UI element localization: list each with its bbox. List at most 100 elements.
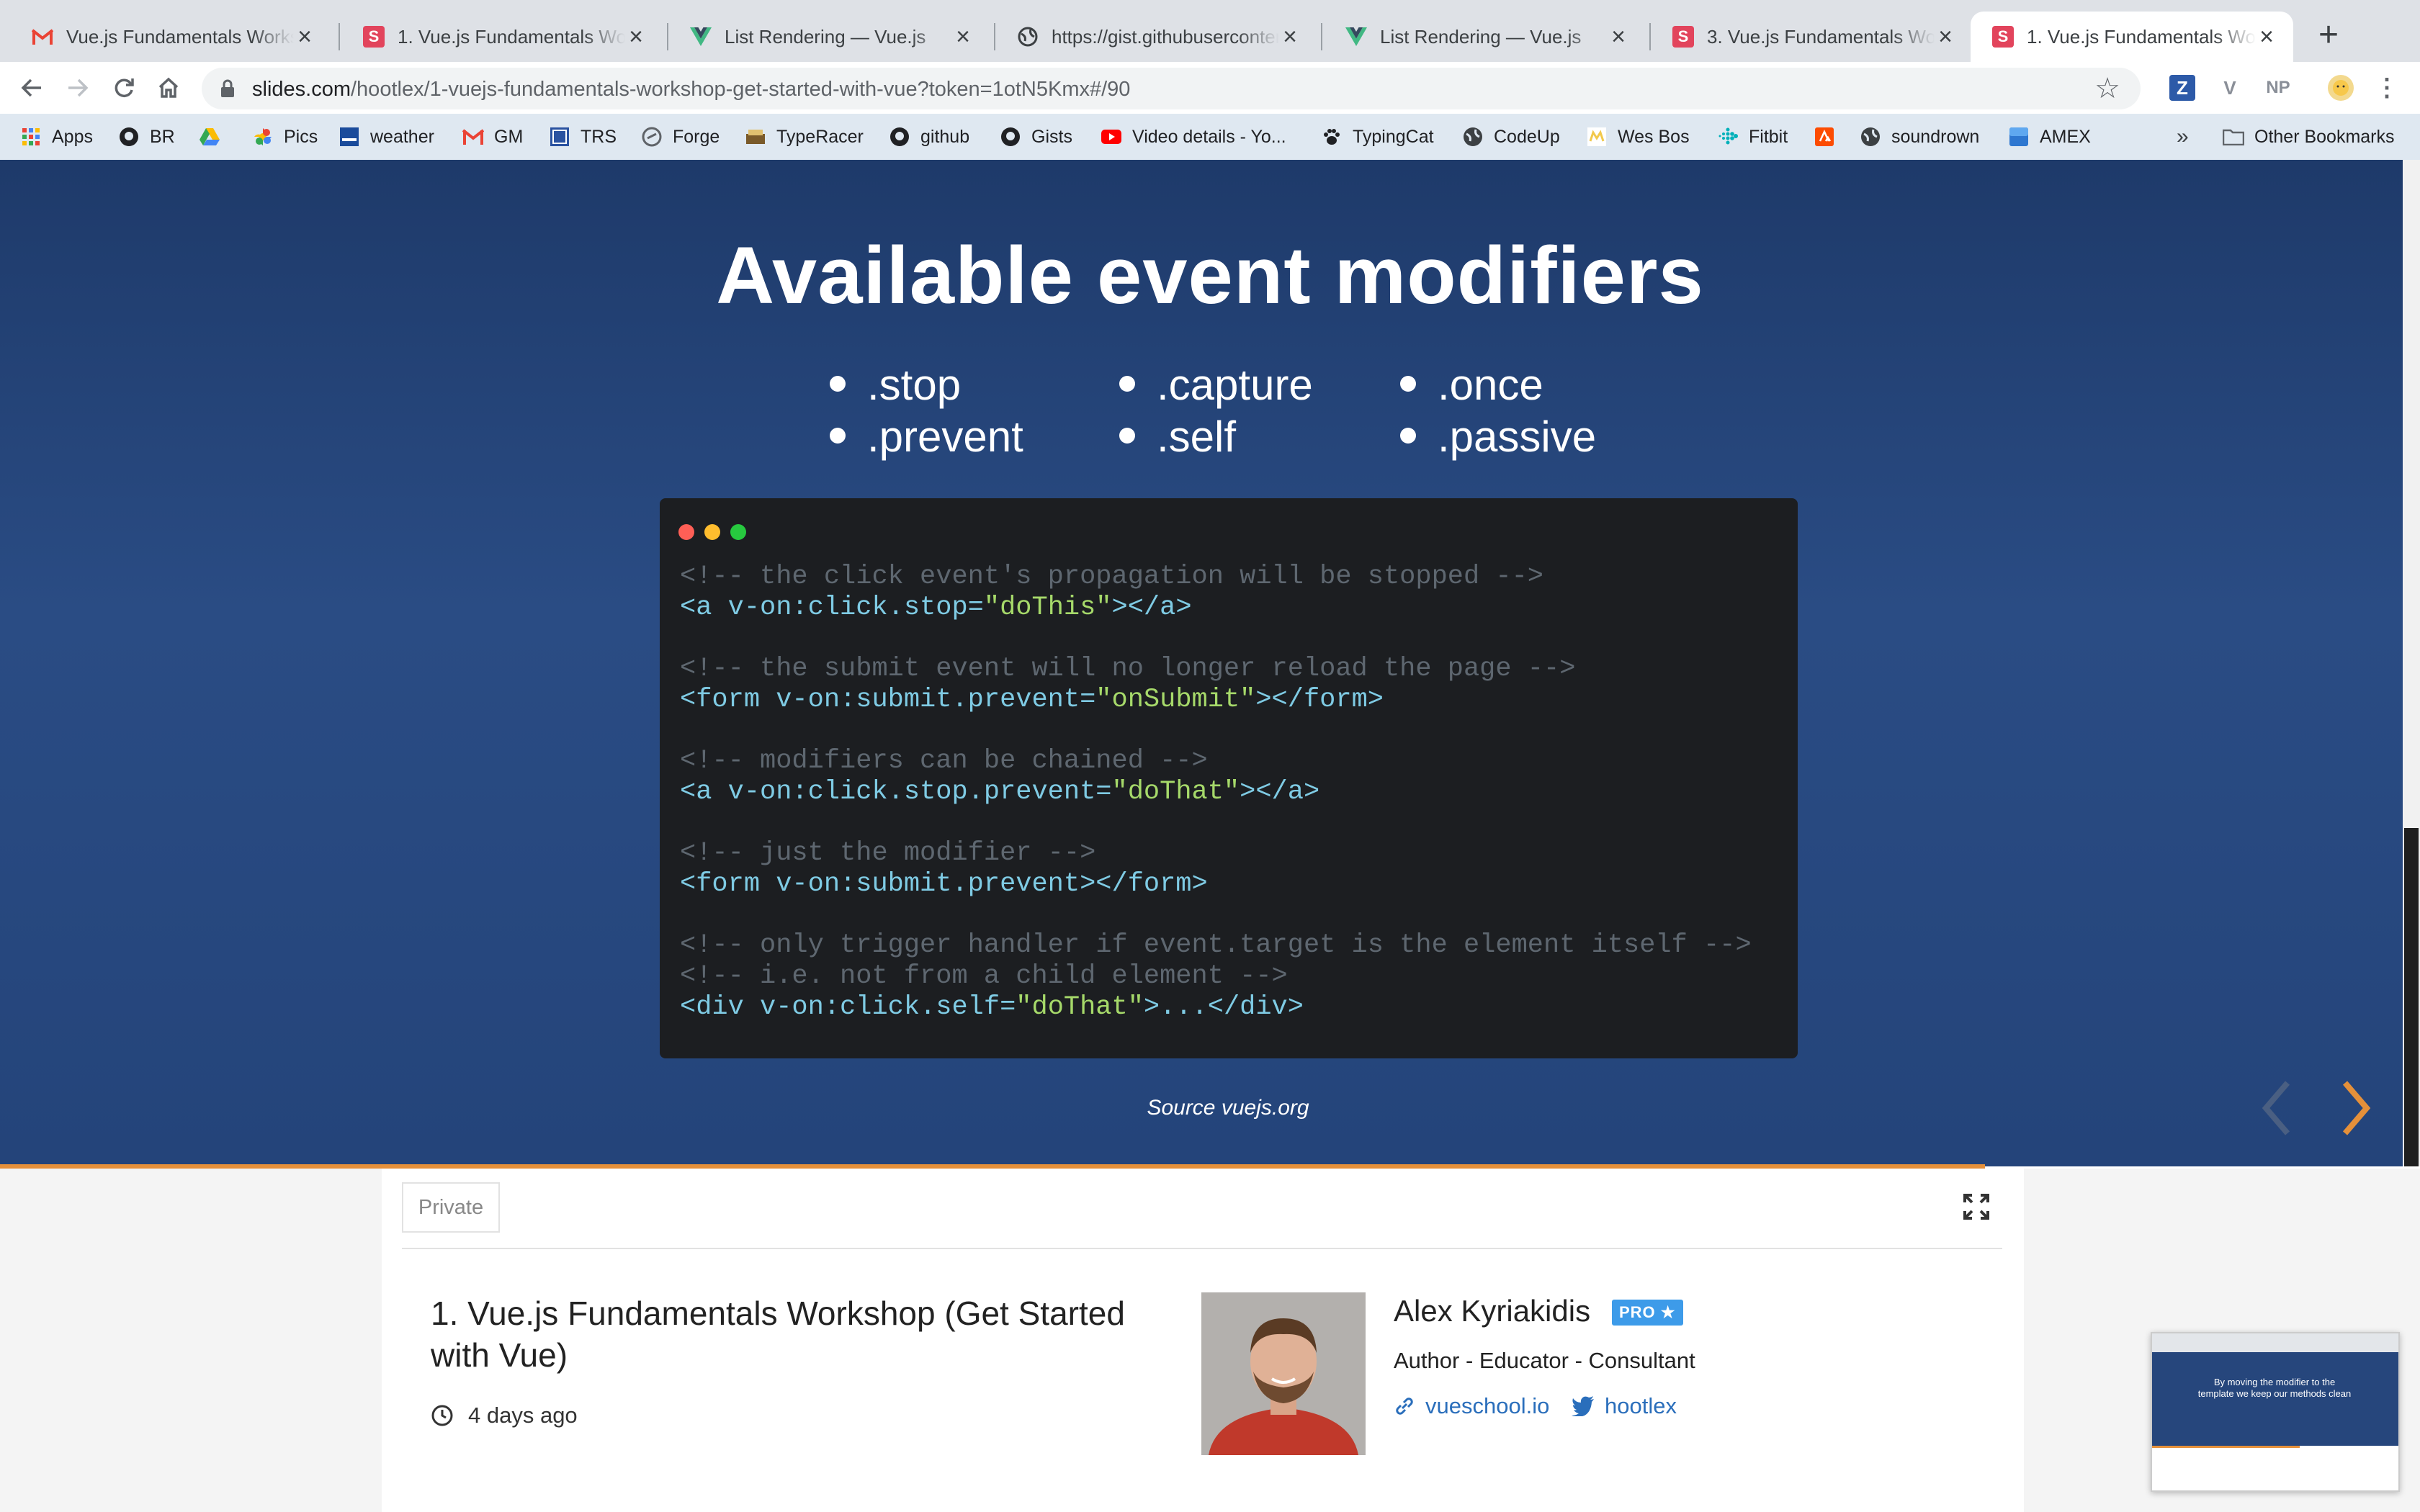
youtube-icon — [1101, 126, 1122, 148]
code-line: <form v-on:submit.prevent></form> — [680, 868, 1208, 899]
new-tab-button[interactable]: + — [2311, 18, 2347, 55]
bookmark-drive[interactable] — [199, 122, 230, 151]
close-tab-icon[interactable]: × — [625, 24, 647, 49]
fitbit-icon — [1717, 126, 1739, 148]
tab-strip: Vue.js Fundamentals Worksh × S 1. Vue.js… — [0, 0, 2420, 62]
bookmark-strava[interactable] — [1814, 122, 1845, 151]
visibility-badge: Private — [402, 1182, 500, 1233]
profile-avatar[interactable] — [2328, 75, 2354, 101]
bookmark-amex[interactable]: AMEX — [2008, 122, 2091, 151]
previous-slide-arrow-icon[interactable] — [2251, 1076, 2302, 1140]
github-icon — [1000, 126, 1021, 148]
code-comment: <!-- modifiers can be chained --> — [680, 746, 1208, 777]
thumbnail-slide: By moving the modifier to the template w… — [2152, 1352, 2398, 1446]
amex-icon — [2008, 126, 2030, 148]
tab-title: 1. Vue.js Fundamentals Work — [2027, 25, 2256, 48]
bookmark-github[interactable]: github — [889, 122, 969, 151]
close-tab-icon[interactable]: × — [1279, 24, 1301, 49]
close-tab-icon[interactable]: × — [952, 24, 974, 49]
vue-icon — [690, 26, 712, 48]
photos-icon — [252, 126, 274, 148]
tab-4[interactable]: https://gist.githubuserconten × — [995, 12, 1317, 62]
bookmark-youtube[interactable]: Video details - Yo... — [1101, 122, 1286, 151]
globe-icon — [1462, 126, 1484, 148]
strava-icon — [1814, 126, 1835, 148]
thumbnail-text: By moving the modifier to the template w… — [2197, 1377, 2352, 1399]
updated-time: 4 days ago — [431, 1403, 578, 1428]
google-drive-icon — [199, 126, 220, 148]
tab-7-active[interactable]: S 1. Vue.js Fundamentals Work × — [1971, 12, 2293, 62]
close-tab-icon[interactable]: × — [294, 24, 315, 49]
link-icon — [1396, 1398, 1413, 1415]
bookmark-codeup[interactable]: CodeUp — [1462, 122, 1560, 151]
forge-icon — [641, 126, 663, 148]
gmail-icon — [462, 126, 484, 148]
bookmark-fitbit[interactable]: Fitbit — [1717, 122, 1788, 151]
trs-icon — [549, 126, 570, 148]
reload-button[interactable] — [107, 71, 141, 105]
bookmark-typeracer[interactable]: TypeRacer — [745, 122, 864, 151]
folder-icon — [2223, 126, 2244, 148]
fullscreen-icon[interactable] — [1962, 1192, 1991, 1221]
bookmark-trs[interactable]: TRS — [549, 122, 617, 151]
bookmark-apps[interactable]: Apps — [20, 122, 93, 151]
bookmarks-overflow-button[interactable]: » — [2177, 122, 2189, 151]
gmail-icon — [32, 26, 53, 48]
home-button[interactable] — [151, 71, 186, 105]
tab-3[interactable]: List Rendering — Vue.js × — [668, 12, 990, 62]
other-bookmarks[interactable]: Other Bookmarks — [2223, 122, 2395, 151]
next-slide-arrow-icon[interactable] — [2331, 1076, 2381, 1140]
window-minimize-dot — [704, 524, 720, 540]
code-comment: <!-- the submit event will no longer rel… — [680, 654, 1576, 685]
bookmark-weather[interactable]: weather — [339, 122, 434, 151]
bookmark-pics[interactable]: Pics — [252, 122, 318, 151]
github-icon — [889, 126, 910, 148]
extension-z-icon[interactable]: Z — [2169, 75, 2195, 101]
bookmark-typingcat[interactable]: TypingCat — [1321, 122, 1434, 151]
extension-v-icon[interactable]: V — [2217, 75, 2243, 101]
tab-title: 3. Vue.js Fundamentals Work — [1707, 25, 1935, 48]
tab-2[interactable]: S 1. Vue.js Fundamentals Work × — [341, 12, 663, 62]
close-tab-icon[interactable]: × — [1935, 24, 1956, 49]
bookmark-gists[interactable]: Gists — [1000, 122, 1072, 151]
bookmark-star-icon[interactable]: ☆ — [2094, 72, 2120, 105]
url-text: slides.com/hootlex/1-vuejs-fundamentals-… — [252, 78, 1131, 101]
twitter-link[interactable]: hootlex — [1572, 1393, 1677, 1419]
extension-np-icon[interactable]: NP — [2260, 75, 2296, 101]
bookmark-soundrown[interactable]: soundrown — [1860, 122, 1979, 151]
bookmark-gm[interactable]: GM — [462, 122, 523, 151]
tab-1[interactable]: Vue.js Fundamentals Worksh × — [10, 12, 331, 62]
back-button[interactable] — [14, 71, 49, 105]
forward-button[interactable] — [60, 71, 95, 105]
vue-icon — [1345, 26, 1367, 48]
apps-grid-icon — [20, 126, 42, 148]
slide-source: Source vuejs.org — [1147, 1096, 1309, 1120]
scrollbar-thumb[interactable] — [2404, 828, 2419, 1166]
website-link[interactable]: vueschool.io — [1394, 1393, 1549, 1419]
bookmark-wesbos[interactable]: Wes Bos — [1586, 122, 1690, 151]
modifier-item: .once — [1400, 360, 1543, 410]
author-avatar[interactable] — [1201, 1292, 1366, 1455]
forward-arrow-icon — [68, 78, 89, 97]
tab-5[interactable]: List Rendering — Vue.js × — [1324, 12, 1645, 62]
bookmark-forge[interactable]: Forge — [641, 122, 720, 151]
presentation-slide: Available event modifiers .stop .prevent… — [0, 160, 2403, 1166]
author-name[interactable]: Alex Kyriakidis — [1394, 1294, 1590, 1328]
close-tab-icon[interactable]: × — [1608, 24, 1629, 49]
lock-icon — [220, 79, 235, 102]
modifier-item: .prevent — [830, 412, 1023, 462]
modifier-item: .stop — [830, 360, 961, 410]
browser-menu-icon[interactable]: ⋮ — [2374, 74, 2400, 102]
tab-6[interactable]: S 3. Vue.js Fundamentals Work × — [1651, 12, 1972, 62]
bookmark-br[interactable]: BR — [118, 122, 175, 151]
tab-title: List Rendering — Vue.js — [725, 25, 926, 48]
modifier-item: .passive — [1400, 412, 1596, 462]
address-bar[interactable]: slides.com/hootlex/1-vuejs-fundamentals-… — [202, 68, 2141, 109]
divider — [402, 1248, 2002, 1249]
modifier-item: .capture — [1119, 360, 1313, 410]
video-thumbnail[interactable]: By moving the modifier to the template w… — [2151, 1332, 2400, 1492]
thumbnail-progress — [2152, 1446, 2300, 1448]
window-close-dot — [678, 524, 694, 540]
pro-badge: PRO ★ — [1612, 1300, 1683, 1326]
close-tab-icon[interactable]: × — [2256, 24, 2277, 49]
